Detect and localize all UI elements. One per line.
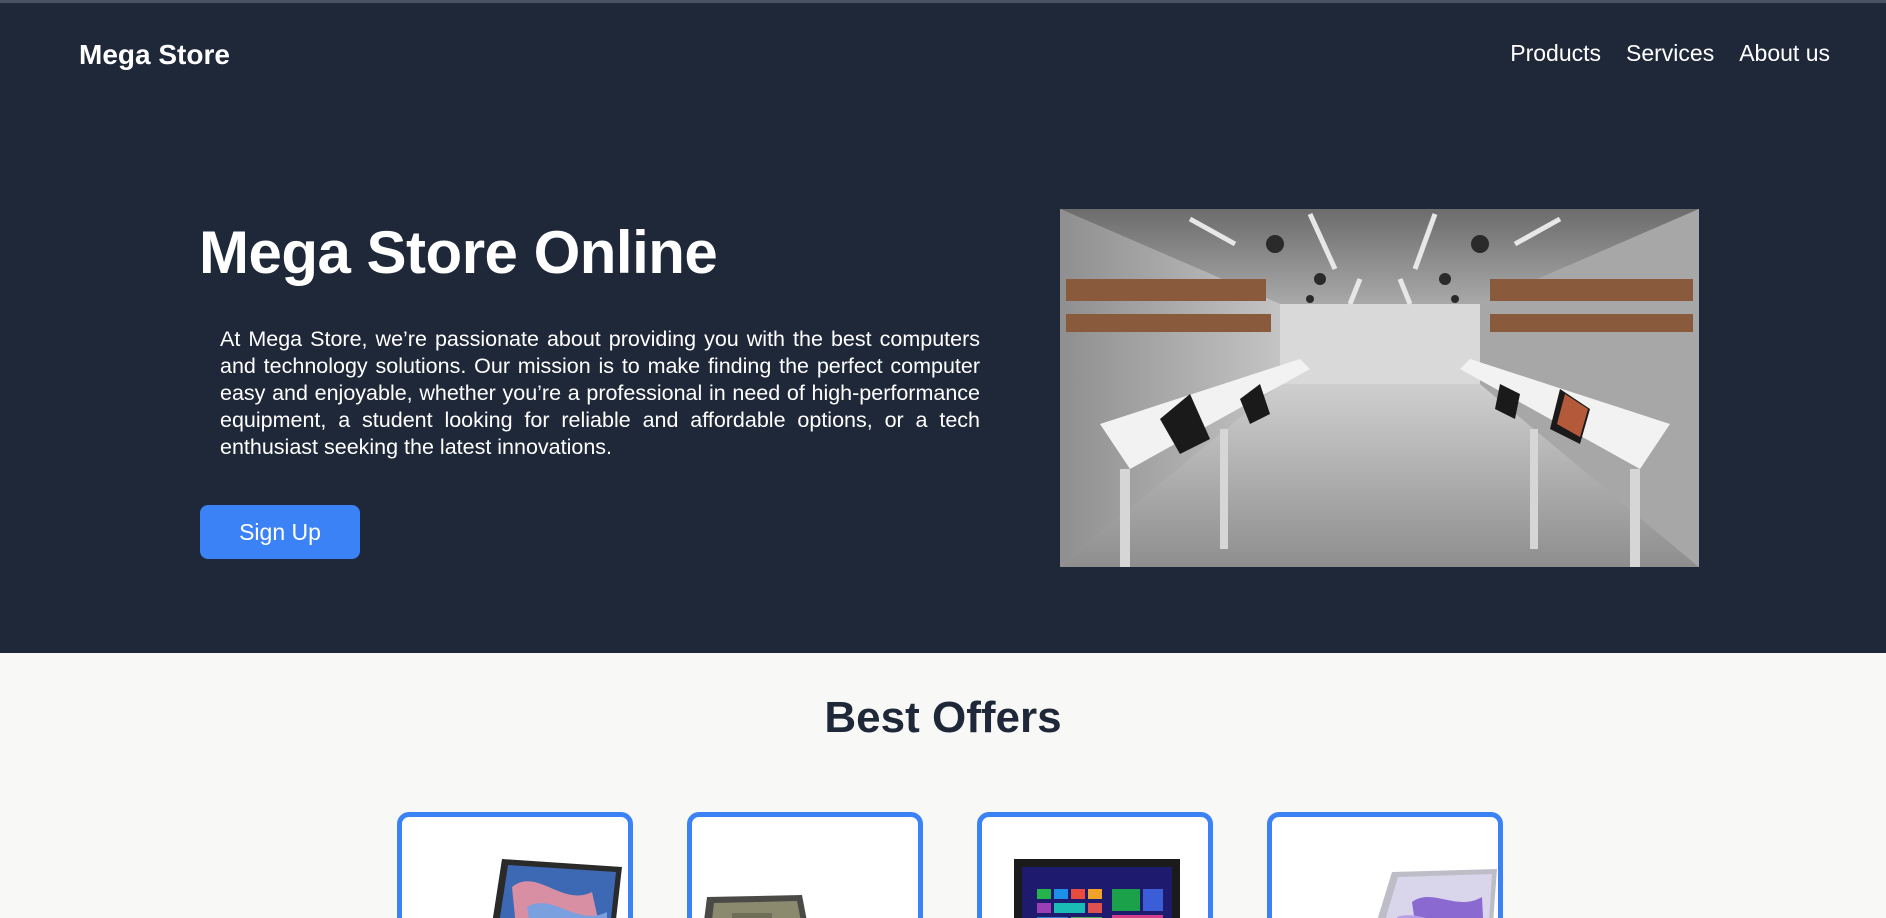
hero-title: Mega Store Online <box>199 219 718 286</box>
hero-description: At Mega Store, we’re passionate about pr… <box>220 327 980 459</box>
offer-card[interactable] <box>397 812 633 918</box>
nav-services[interactable]: Services <box>1626 40 1714 67</box>
offer-card[interactable] <box>1267 812 1503 918</box>
offer-card[interactable] <box>977 812 1213 918</box>
nav-products[interactable]: Products <box>1510 40 1601 67</box>
store-interior-image <box>1060 209 1699 567</box>
hero-section: Mega Store Products Services About us Me… <box>0 3 1886 653</box>
laptop-image <box>492 859 622 918</box>
laptop-image <box>704 895 807 918</box>
nav-about-us[interactable]: About us <box>1739 40 1830 67</box>
best-offers-title: Best Offers <box>824 693 1062 742</box>
laptop-image <box>1014 859 1180 918</box>
laptop-image <box>1377 869 1497 918</box>
offer-card[interactable] <box>687 812 923 918</box>
main-nav: Products Services About us <box>1510 40 1830 67</box>
brand-logo[interactable]: Mega Store <box>79 39 230 71</box>
sign-up-button[interactable]: Sign Up <box>200 505 360 559</box>
